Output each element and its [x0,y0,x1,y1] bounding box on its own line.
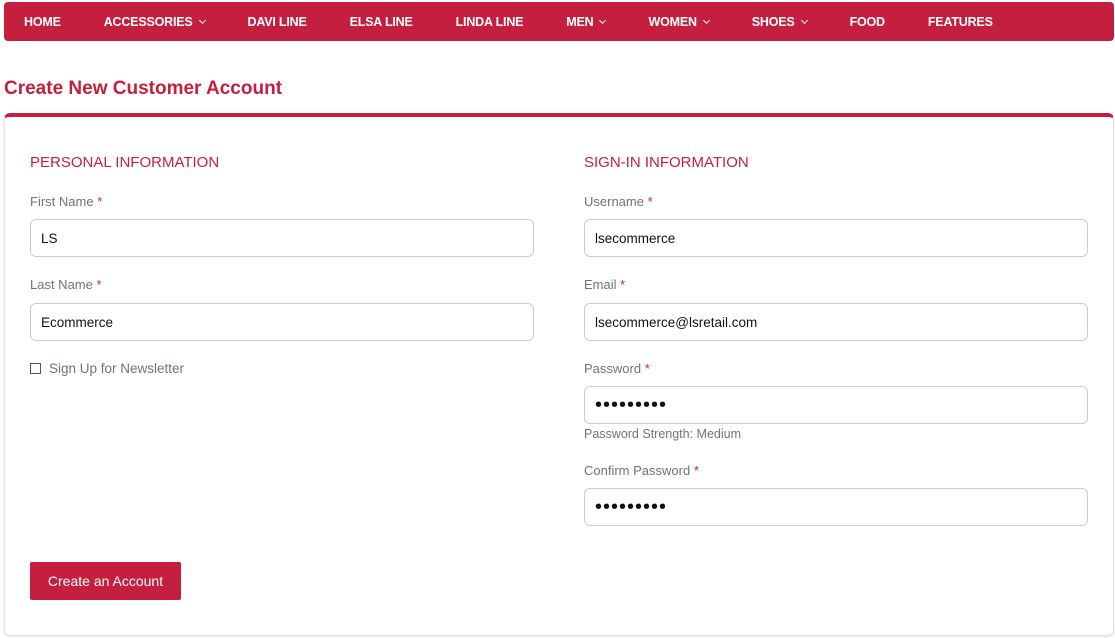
nav-davi-line[interactable]: DAVI LINE [248,15,307,29]
nav-features[interactable]: FEATURES [928,15,993,29]
last-name-input[interactable] [30,303,534,341]
checkbox-icon[interactable] [30,363,41,374]
create-account-button[interactable]: Create an Account [30,562,181,600]
confirm-password-input[interactable] [584,488,1088,526]
newsletter-checkbox[interactable]: Sign Up for Newsletter [30,361,184,376]
page-title: Create New Customer Account [4,78,283,99]
nav-food[interactable]: FOOD [849,14,886,29]
password-strength: Password Strength: Medium [584,427,742,441]
nav-label: ACCESSORIES [103,14,193,29]
username-label: Username * [584,194,653,209]
section-heading: PERSONAL INFORMATION [30,154,220,171]
nav-linda-line[interactable]: LINDA LINE [456,15,524,29]
main-nav: HOME ACCESSORIES DAVI LINE ELSA LINE LIN… [4,2,1114,41]
password-input[interactable] [584,386,1088,424]
nav-label: MEN [566,14,594,29]
password-label: Password * [584,361,650,376]
nav-label: ELSA LINE [349,14,413,29]
nav-label: FOOD [849,14,886,29]
chevron-down-icon [599,16,607,24]
nav-label: DAVI LINE [247,14,307,29]
nav-label: FEATURES [927,14,993,29]
chevron-down-icon [800,16,808,24]
nav-shoes[interactable]: SHOES [751,14,808,29]
nav-elsa-line[interactable]: ELSA LINE [350,15,413,29]
nav-men[interactable]: MEN [566,14,607,29]
last-name-label: Last Name * [30,277,102,292]
nav-label: WOMEN [648,14,697,29]
email-input[interactable] [584,303,1088,341]
email-label: Email * [584,277,626,292]
first-name-input[interactable] [30,219,534,257]
nav-label: LINDA LINE [455,14,524,29]
username-input[interactable] [584,219,1088,257]
chevron-down-icon [702,16,710,24]
chevron-down-icon [198,16,206,24]
nav-label: HOME [24,14,61,29]
confirm-password-label: Confirm Password * [584,463,699,478]
first-name-label: First Name * [30,194,103,209]
nav-women[interactable]: WOMEN [648,14,710,29]
nav-accessories[interactable]: ACCESSORIES [103,14,206,29]
nav-label: SHOES [751,14,795,29]
newsletter-label: Sign Up for Newsletter [49,361,185,376]
account-form-card: PERSONAL INFORMATION First Name * Last N… [4,113,1114,636]
nav-home[interactable]: HOME [24,15,61,29]
section-heading: SIGN-IN INFORMATION [584,154,749,171]
